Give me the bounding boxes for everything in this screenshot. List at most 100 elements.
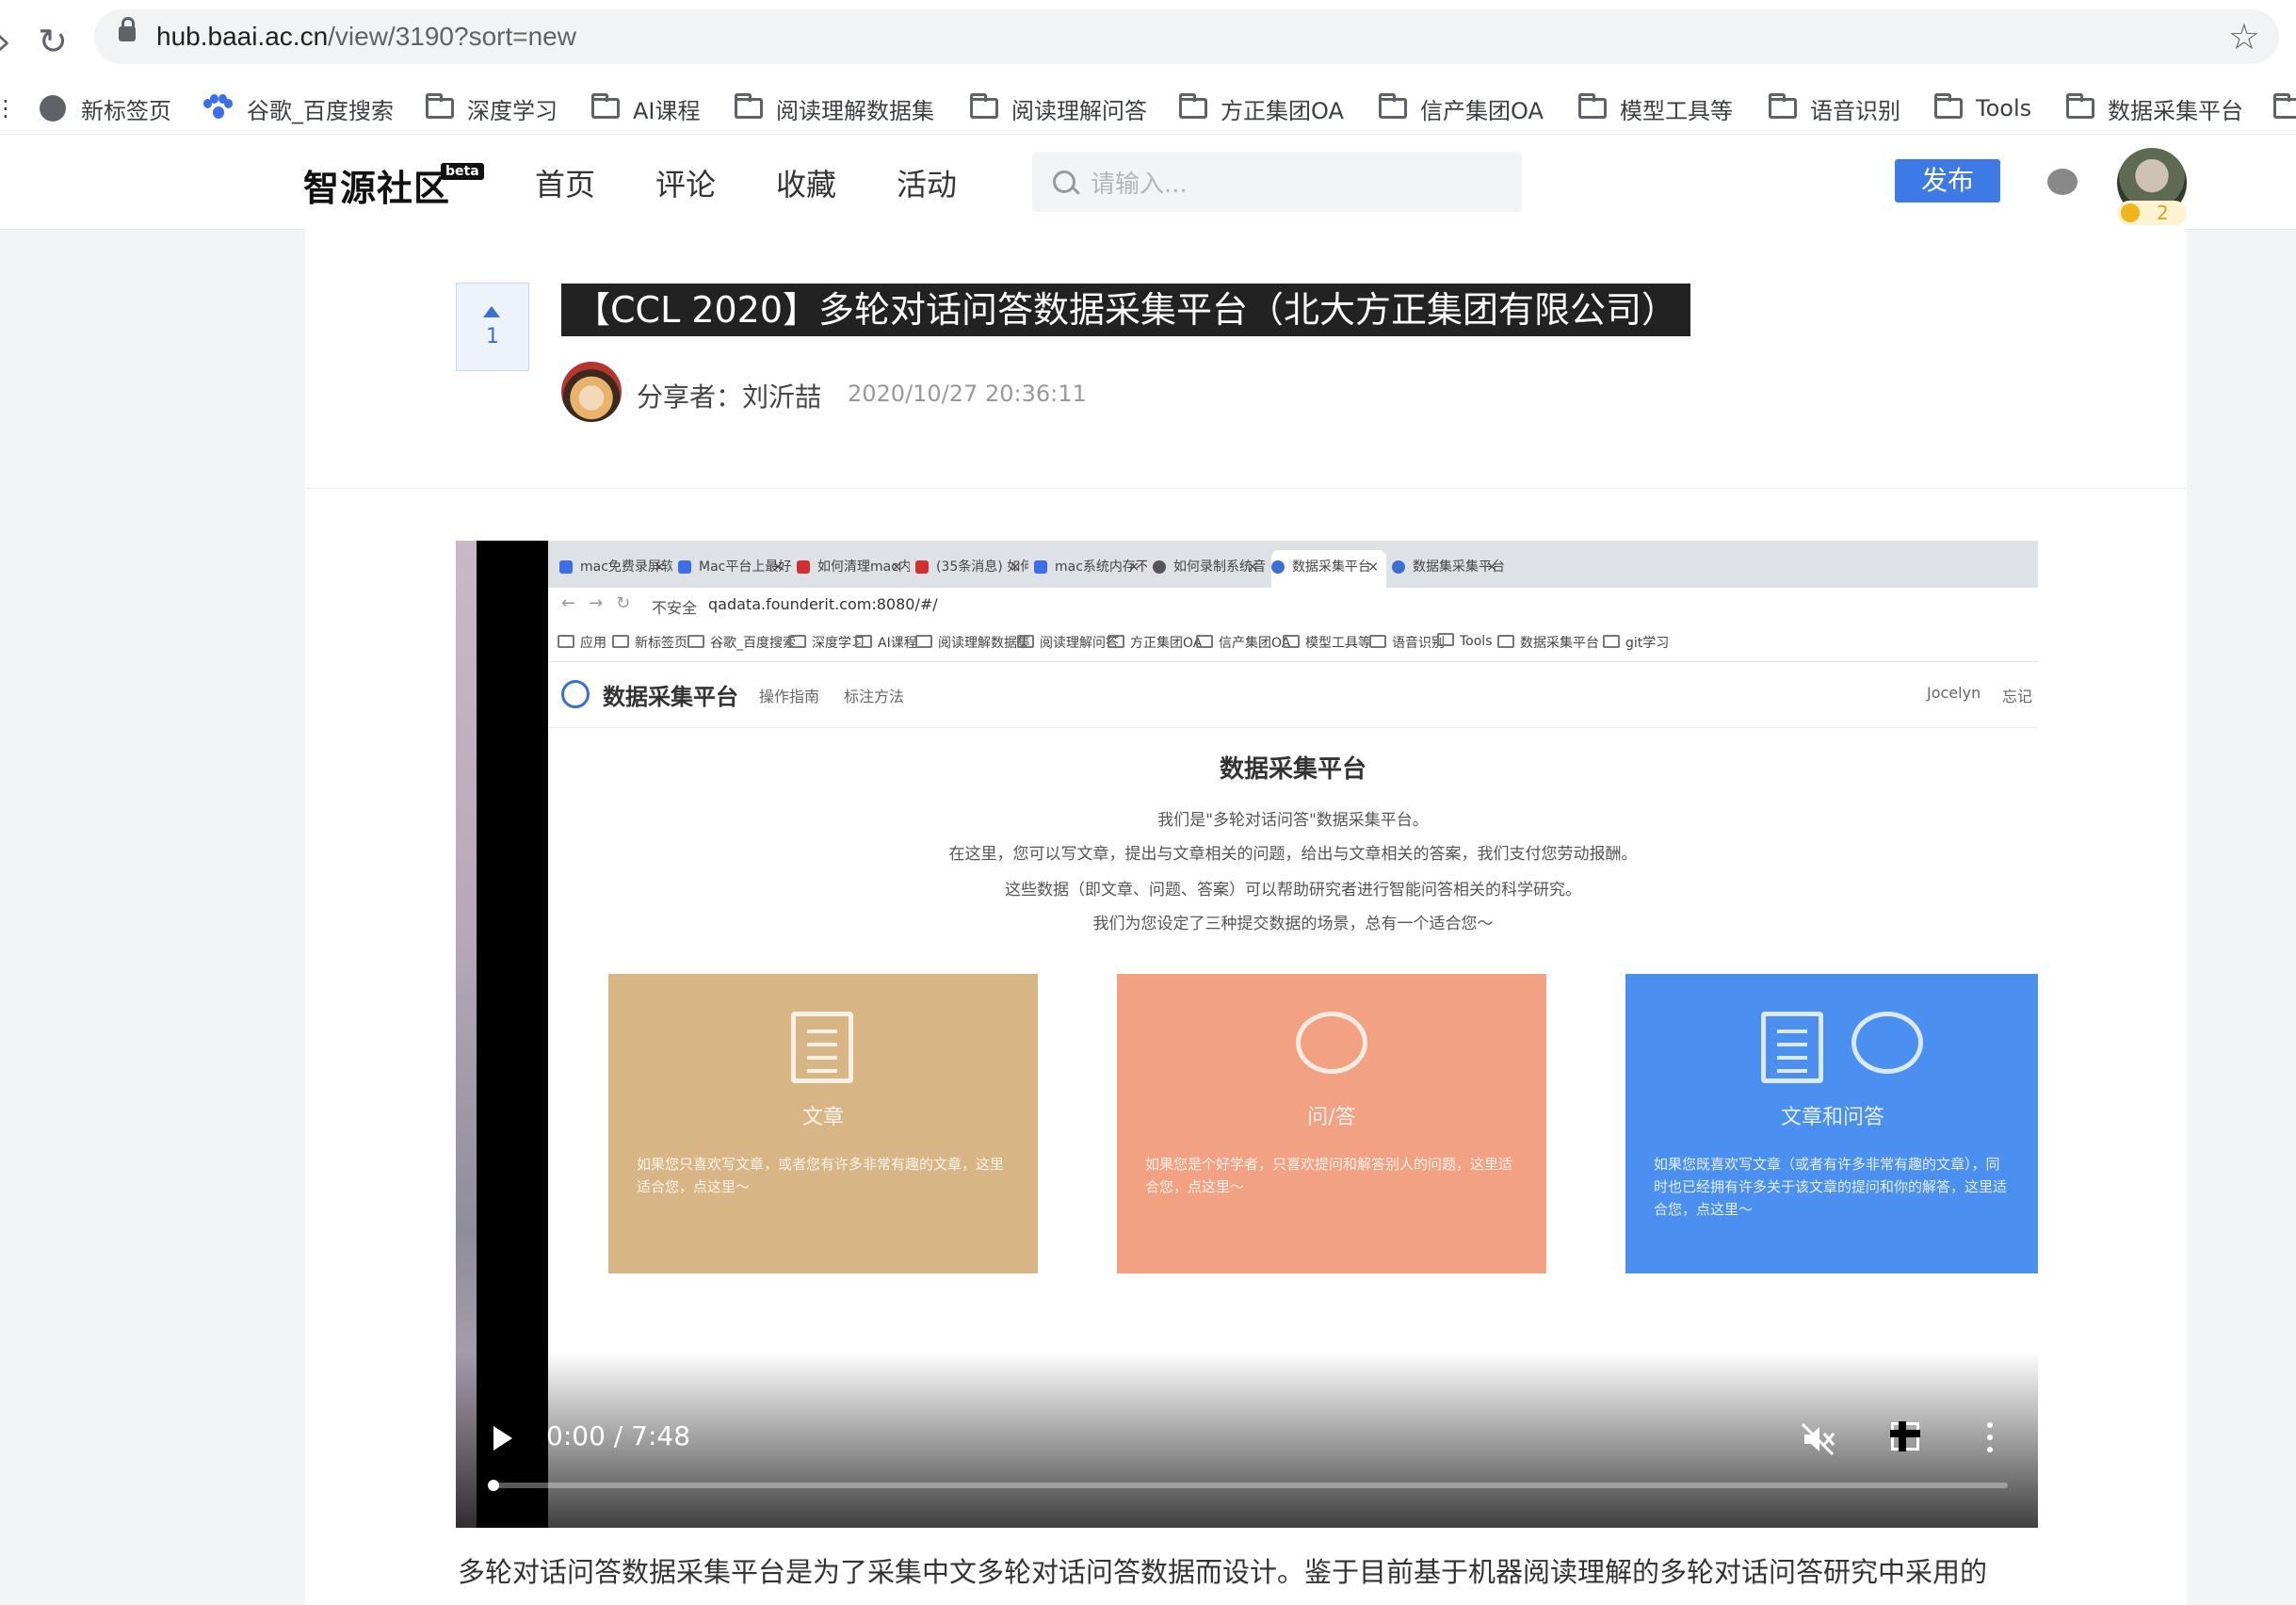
inner-app-header: 数据采集平台 操作指南 标注方法 Jocelyn 忘记 xyxy=(548,661,2038,728)
close-icon: × xyxy=(654,559,665,575)
browser-toolbar: › ↻ hub.baai.ac.cn/view/3190?sort=new ☆ xyxy=(0,0,2296,83)
inner-address-bar: ←→↻ 不安全 qadata.founderit.com:8080/#/ xyxy=(548,588,2038,627)
bookmark-item[interactable]: 深度学习 xyxy=(426,83,558,134)
inner-app-user: Jocelyn xyxy=(1927,684,1981,702)
inner-app-desc: 在这里，您可以写文章，提出与文章相关的问题，给出与文章相关的答案，我们支付您劳动… xyxy=(948,845,1638,864)
inner-nav-icons: ←→↻ xyxy=(561,593,644,613)
bookmark-label: 新标签页 xyxy=(81,97,171,124)
video-progress-bar[interactable] xyxy=(488,1480,2008,1491)
bookmark-item[interactable]: 阅读理解数据集 xyxy=(735,83,934,134)
bookmark-item[interactable]: AI课程 xyxy=(591,83,701,134)
card-title: 文章 xyxy=(801,1106,844,1129)
muted-speaker-icon[interactable] xyxy=(1799,1420,1836,1458)
card-desc: 如果您既喜欢写文章（或者有许多非常有趣的文章），同时也已经拥有许多关于该文章的提… xyxy=(1654,1156,2008,1218)
nav-events[interactable]: 活动 xyxy=(897,161,957,204)
inner-tab: (35条消息) 如何有× xyxy=(915,550,1028,588)
bookmark-star-icon[interactable]: ☆ xyxy=(2228,15,2260,58)
folder-icon xyxy=(1769,93,1797,119)
more-options-icon[interactable] xyxy=(1987,1422,1993,1452)
app-logo-icon xyxy=(561,680,590,708)
vote-count: 1 xyxy=(486,325,499,349)
inner-bookmark: AI课程 xyxy=(855,633,917,652)
bookmark-label: 数据采集平台 xyxy=(2108,97,2243,124)
nav-home[interactable]: 首页 xyxy=(535,161,595,204)
play-icon[interactable] xyxy=(493,1426,512,1451)
bookmark-partial[interactable]: ⋮ xyxy=(0,83,17,134)
folder-icon xyxy=(2273,93,2296,119)
chat-bubble-icon xyxy=(1851,1012,1923,1074)
upvote-button[interactable]: 1 xyxy=(456,283,529,371)
document-icon xyxy=(1761,1012,1823,1083)
folder-icon xyxy=(591,93,620,119)
bookmark-item[interactable]: 数据采集平台 xyxy=(2066,83,2243,134)
forward-icon[interactable]: › xyxy=(0,17,28,66)
folder-icon xyxy=(1179,93,1207,119)
inner-bookmark: 深度学习 xyxy=(789,633,865,652)
close-icon: × xyxy=(1128,559,1140,575)
inner-url: qadata.founderit.com:8080/#/ xyxy=(708,595,938,613)
fullscreen-icon[interactable] xyxy=(1890,1421,1920,1451)
inner-bookmark: git学习 xyxy=(1603,633,1669,652)
card-article-qa: 文章和问答 如果您既喜欢写文章（或者有许多非常有趣的文章），同时也已经拥有许多关… xyxy=(1625,974,2038,1273)
inner-bookmark: 应用 xyxy=(558,633,606,652)
inner-app-desc: 这些数据（即文章、问题、答案）可以帮助研究者进行智能问答相关的科学研究。 xyxy=(1005,881,1581,900)
bookmark-label: 深度学习 xyxy=(467,97,558,124)
close-icon: × xyxy=(1367,559,1379,575)
card-qa: 问/答 如果您是个好学者，只喜欢提问和解答别人的问题，这里适合您，点这里～ xyxy=(1117,974,1546,1273)
inner-bookmark: 模型工具等 xyxy=(1283,633,1371,652)
baidu-paw-icon xyxy=(1034,560,1047,574)
post-title: 【CCL 2020】多轮对话问答数据采集平台（北大方正集团有限公司） xyxy=(561,284,1691,336)
post-date: 2020/10/27 20:36:11 xyxy=(848,381,1087,407)
folder-icon xyxy=(426,93,454,119)
document-icon xyxy=(791,1012,853,1083)
bookmark-item[interactable]: 语音识别 xyxy=(1769,83,1900,134)
coin-count: 2 xyxy=(2157,202,2169,224)
baidu-paw-icon xyxy=(203,94,233,122)
bookmark-item[interactable]: 模型工具等 xyxy=(1578,83,1733,134)
logo-text: 智源社区 xyxy=(303,168,451,209)
csdn-icon xyxy=(915,560,929,574)
baidu-paw-icon xyxy=(678,560,691,574)
search-input[interactable]: 请输入... xyxy=(1032,152,1522,212)
folder-icon xyxy=(1934,93,1963,119)
progress-knob[interactable] xyxy=(488,1480,499,1491)
inner-tab: mac免费录屏软件× xyxy=(559,550,672,588)
bookmark-label: 谷歌_百度搜索 xyxy=(247,97,394,124)
sharer-avatar[interactable] xyxy=(561,362,622,422)
chat-bubble-icon xyxy=(1296,1012,1367,1074)
publish-button[interactable]: 发布 xyxy=(1895,159,2000,203)
inner-bookmark: 阅读理解问答 xyxy=(1017,633,1119,652)
bookmark-label: AI课程 xyxy=(633,97,701,124)
url-text[interactable]: hub.baai.ac.cn/view/3190?sort=new xyxy=(156,19,576,55)
nav-favorites[interactable]: 收藏 xyxy=(776,161,836,204)
nav-comments[interactable]: 评论 xyxy=(655,161,716,204)
bookmark-item[interactable]: 信产集团OA xyxy=(1379,83,1544,134)
message-icon[interactable] xyxy=(2047,169,2078,195)
inner-app-desc: 我们是"多轮对话问答"数据采集平台。 xyxy=(1157,811,1429,830)
inner-tab-strip: mac免费录屏软件× Mac平台上最好用× 如何清理mac内存× (35条消息)… xyxy=(548,541,2038,588)
address-bar[interactable]: hub.baai.ac.cn/view/3190?sort=new ☆ xyxy=(94,9,2279,64)
bookmark-item[interactable]: 阅读理解问答 xyxy=(970,83,1147,134)
sharer-name[interactable]: 分享者：刘沂喆 xyxy=(637,377,821,414)
card-desc: 如果您是个好学者，只喜欢提问和解答别人的问题，这里适合您，点这里～ xyxy=(1145,1156,1513,1195)
bookmark-label: Tools xyxy=(1976,95,2032,122)
bookmark-overflow[interactable] xyxy=(2273,83,2296,134)
bookmark-item[interactable]: 谷歌_百度搜索 xyxy=(203,83,394,134)
bookmark-item[interactable]: 新标签页 xyxy=(40,83,171,134)
inner-bookmark: 谷歌_百度搜索 xyxy=(687,633,796,652)
site-logo[interactable]: 智源社区 beta xyxy=(303,159,484,211)
duration: 7:48 xyxy=(631,1420,691,1451)
inner-tab: 如何清理mac内存× xyxy=(797,550,910,588)
bookmark-item[interactable]: Tools xyxy=(1934,83,2031,134)
bookmark-item[interactable]: 方正集团OA xyxy=(1179,83,1344,134)
folder-icon xyxy=(970,93,998,119)
inner-app-desc: 我们为您设定了三种提交数据的场景，总有一个适合您～ xyxy=(1092,915,1494,933)
video-player[interactable]: mac免费录屏软件× Mac平台上最好用× 如何清理mac内存× (35条消息)… xyxy=(456,541,2038,1528)
inner-app-title: 数据采集平台 xyxy=(1219,755,1366,784)
lock-icon[interactable] xyxy=(119,17,136,41)
close-icon: × xyxy=(1486,559,1497,575)
close-icon: × xyxy=(891,559,902,575)
reload-icon[interactable]: ↻ xyxy=(28,17,77,66)
bookmark-label: 语音识别 xyxy=(1810,97,1900,124)
current-time: 0:00 xyxy=(546,1420,606,1451)
